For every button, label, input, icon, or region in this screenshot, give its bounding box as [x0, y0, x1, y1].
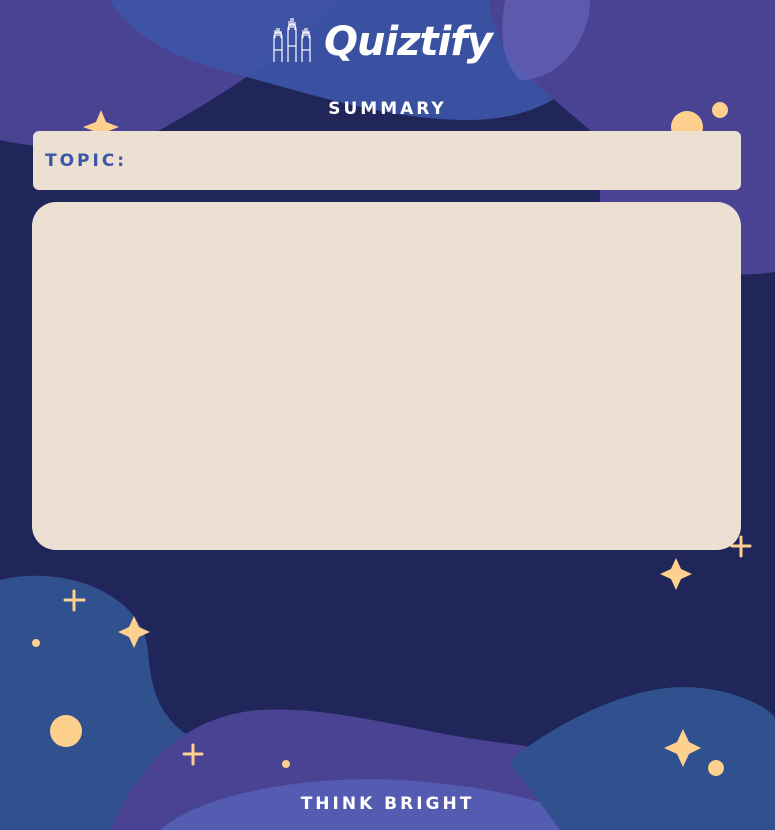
- dot-left-small: [32, 639, 40, 647]
- dot-bottom-small: [282, 760, 290, 768]
- dot-left-large: [50, 715, 82, 747]
- brand-logo: Quiztify: [270, 10, 493, 74]
- sparkle-star-right: [660, 558, 692, 590]
- dot-bottom-right: [708, 760, 724, 776]
- summary-content-area[interactable]: [32, 202, 741, 550]
- topic-label: TOPIC:: [45, 151, 128, 171]
- topic-field[interactable]: TOPIC:: [33, 131, 741, 190]
- page-title: SUMMARY: [328, 99, 447, 119]
- brand-name: Quiztify: [324, 19, 493, 65]
- raised-hands-icon: [270, 16, 320, 68]
- footer-tagline: THINK BRIGHT: [300, 794, 475, 814]
